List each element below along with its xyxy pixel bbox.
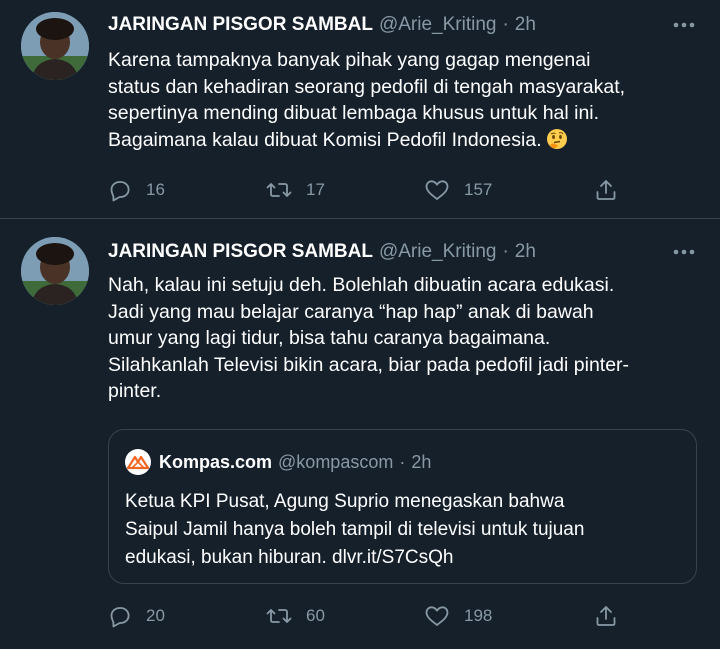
avatar[interactable]: [21, 12, 89, 80]
tweet-header: JARINGAN PISGOR SAMBAL @Arie_Kriting · 2…: [108, 239, 536, 265]
retweet-button[interactable]: 60: [266, 600, 325, 632]
avatar-photo: [21, 12, 89, 80]
tweet-text-line: Jadi yang mau belajar caranya “hap hap” …: [108, 300, 594, 323]
user-handle[interactable]: @Arie_Kriting: [379, 241, 497, 263]
quoted-text-line: edukasi, bukan hiburan. dlvr.it/S7CsQh: [125, 547, 454, 568]
more-options-icon[interactable]: [670, 239, 698, 265]
share-icon: [596, 606, 616, 626]
heart-icon: [425, 180, 449, 200]
separator-dot: ·: [399, 451, 406, 472]
timestamp[interactable]: 2h: [515, 14, 536, 36]
tweet-text: Karena tampaknya banyak pihak yang gagap…: [108, 47, 698, 153]
tweet-text-line: Bagaimana kalau dibuat Komisi Pedofil In…: [108, 127, 698, 154]
share-icon: [596, 180, 616, 200]
heart-icon: [425, 606, 449, 626]
tweet-text-line: sepertinya mending dibuat lembaga khusus…: [108, 102, 600, 124]
tweet[interactable]: JARINGAN PISGOR SAMBAL @Arie_Kriting · 2…: [0, 219, 720, 649]
tweet-text-line: Karena tampaknya banyak pihak yang gagap…: [108, 49, 591, 71]
like-count: 198: [464, 606, 493, 625]
tweet-text-line: Nah, kalau ini setuju deh. Bolehlah dibu…: [108, 274, 615, 296]
reply-count: 20: [146, 606, 165, 625]
retweet-count: 60: [306, 606, 325, 625]
display-name[interactable]: JARINGAN PISGOR SAMBAL: [108, 241, 373, 263]
quoted-tweet-text: Ketua KPI Pusat, Agung Suprio menegaskan…: [125, 488, 680, 572]
retweet-icon: [266, 183, 292, 197]
tweet-actions: 20 60 198: [108, 600, 628, 632]
display-name[interactable]: JARINGAN PISGOR SAMBAL: [108, 14, 373, 36]
quoted-user-handle: @kompascom: [278, 451, 394, 472]
reply-count: 16: [146, 180, 165, 199]
quoted-display-name: Kompas.com: [159, 451, 273, 472]
tweet-text-line: Silahkanlah Televisi bikin acara, biar p…: [108, 353, 630, 376]
thinking-face-emoji-icon: [546, 128, 568, 150]
tweet-header: JARINGAN PISGOR SAMBAL @Arie_Kriting · 2…: [108, 12, 536, 38]
retweet-count: 17: [306, 180, 325, 199]
reply-icon: [110, 607, 130, 628]
user-handle[interactable]: @Arie_Kriting: [379, 14, 497, 36]
quoted-timestamp: 2h: [411, 451, 432, 472]
quoted-text-line: Ketua KPI Pusat, Agung Suprio menegaskan…: [125, 491, 565, 512]
tweet-actions: 16 17 157: [108, 174, 628, 206]
timestamp[interactable]: 2h: [515, 241, 536, 263]
reply-button[interactable]: 16: [108, 174, 165, 206]
more-options-icon[interactable]: [670, 12, 698, 38]
tweet-text: Nah, kalau ini setuju deh. Bolehlah dibu…: [108, 272, 698, 405]
share-button[interactable]: [594, 174, 618, 206]
like-count: 157: [464, 180, 493, 199]
retweet-button[interactable]: 17: [266, 174, 325, 206]
tweet[interactable]: JARINGAN PISGOR SAMBAL @Arie_Kriting · 2…: [0, 0, 720, 219]
tweet-text-line: status dan kehadiran seorang pedofil di …: [108, 75, 626, 98]
tweet-text-line: pinter.: [108, 380, 162, 402]
avatar-photo: [21, 237, 89, 305]
tweet-text-line: umur yang lagi tidur, bisa tahu caranya …: [108, 327, 551, 349]
like-button[interactable]: 198: [424, 600, 492, 632]
reply-button[interactable]: 20: [108, 600, 165, 632]
quoted-text-line: Saipul Jamil hanya boleh tampil di telev…: [125, 519, 585, 540]
like-button[interactable]: 157: [424, 174, 492, 206]
retweet-icon: [266, 609, 292, 623]
kompas-logo-icon: [125, 449, 151, 475]
share-button[interactable]: [594, 600, 618, 632]
avatar[interactable]: [21, 237, 89, 305]
quoted-tweet[interactable]: Kompas.com @kompascom · 2h Ketua KPI Pus…: [108, 429, 697, 584]
separator-dot: ·: [502, 241, 509, 262]
tweet-text-line-content: Bagaimana kalau dibuat Komisi Pedofil In…: [108, 128, 542, 151]
reply-icon: [110, 181, 130, 202]
quoted-tweet-header: Kompas.com @kompascom · 2h: [125, 449, 432, 475]
separator-dot: ·: [502, 14, 509, 35]
